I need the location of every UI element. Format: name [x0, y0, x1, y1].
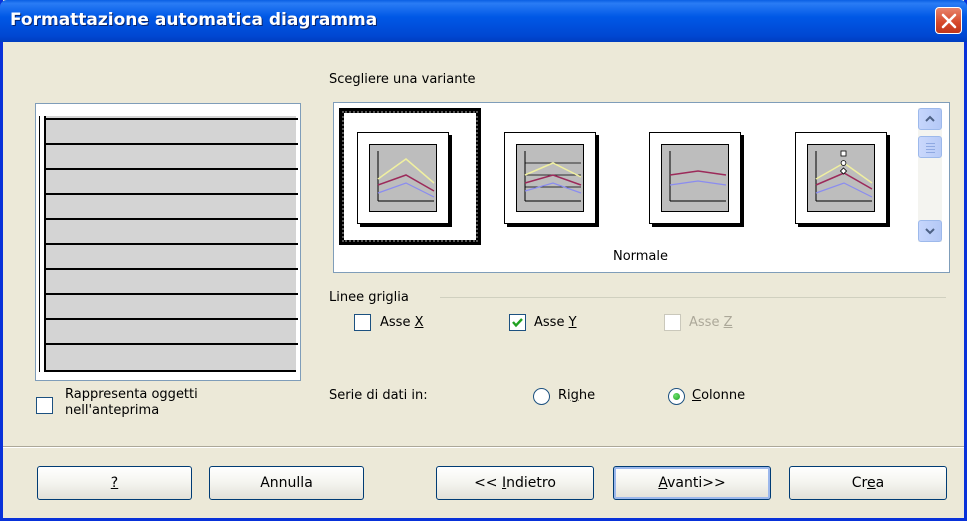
create-button[interactable]: Crea [789, 466, 947, 500]
chevron-up-icon [925, 115, 935, 122]
gridlines-heading: Linee griglia [329, 290, 409, 305]
selected-variant-name: Normale [612, 249, 669, 264]
variant-thumbnail-4[interactable] [795, 132, 887, 224]
scroll-up-button[interactable] [918, 108, 942, 130]
series-rows-radio[interactable] [533, 388, 550, 405]
show-objects-label[interactable]: Rappresenta oggetti nell'anteprima [65, 387, 198, 419]
variant-thumbnail-3[interactable] [649, 132, 741, 224]
series-rows-label[interactable]: Righe [558, 388, 595, 403]
series-columns-label[interactable]: Colonne [692, 388, 745, 403]
close-icon [941, 13, 957, 29]
series-label: Serie di dati in: [329, 388, 428, 403]
show-objects-checkbox[interactable] [36, 397, 53, 414]
variant-gallery: Normale [333, 102, 950, 273]
gridline-x-checkbox[interactable] [354, 314, 371, 331]
cancel-button[interactable]: Annulla [209, 466, 364, 500]
back-button[interactable]: << Indietro [436, 466, 594, 500]
chart-preview [35, 103, 301, 381]
radio-selected-dot [673, 393, 680, 400]
help-button[interactable]: ? [37, 466, 192, 500]
gridline-z-label: Asse Z [689, 315, 733, 330]
gridline-y-checkbox[interactable] [509, 314, 526, 331]
gridline-y-label[interactable]: Asse Y [534, 315, 577, 330]
variant-scrollbar[interactable] [918, 108, 942, 242]
check-icon [512, 318, 523, 328]
variants-heading: Scegliere una variante [329, 72, 476, 87]
scroll-thumb[interactable] [918, 136, 942, 158]
footer-separator [3, 446, 964, 448]
title-bar[interactable]: Formattazione automatica diagramma [0, 0, 967, 42]
gridline-x-label[interactable]: Asse X [380, 315, 423, 330]
scroll-down-button[interactable] [918, 220, 942, 242]
window-title: Formattazione automatica diagramma [10, 10, 378, 30]
chevron-down-icon [925, 228, 935, 235]
next-button[interactable]: Avanti>> [613, 466, 771, 500]
preview-plot-area [44, 116, 298, 372]
dialog-window: Formattazione automatica diagramma Rappr… [0, 0, 967, 521]
variant-thumbnail-1[interactable] [357, 132, 449, 224]
gridlines-separator [440, 297, 946, 298]
variant-thumbnail-2[interactable] [504, 132, 596, 224]
series-columns-radio[interactable] [668, 388, 685, 405]
close-button[interactable] [935, 7, 962, 34]
gridline-z-checkbox [664, 314, 681, 331]
